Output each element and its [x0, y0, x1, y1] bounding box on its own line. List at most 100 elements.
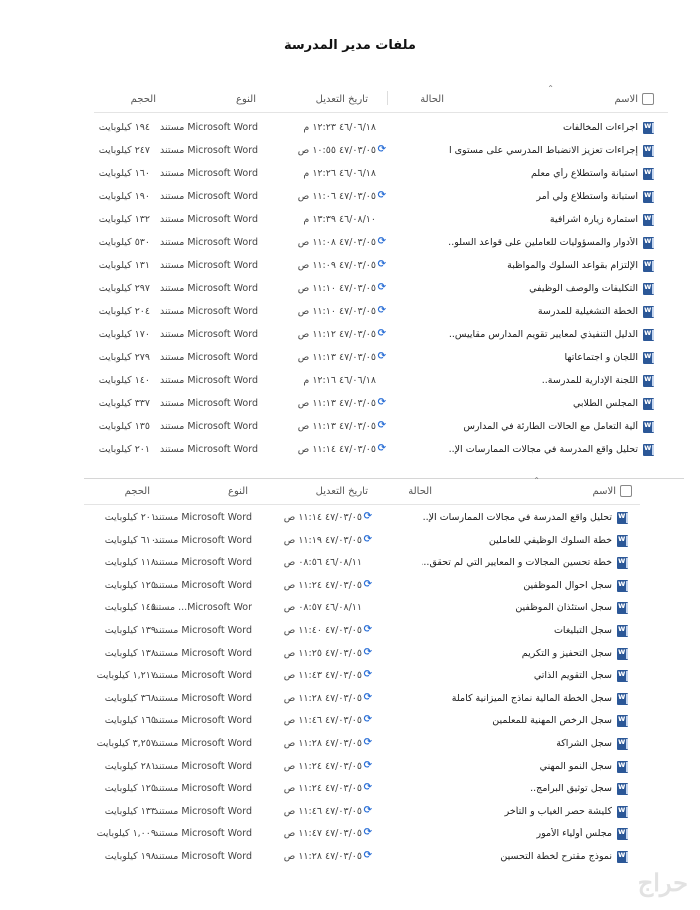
file-row[interactable]: تحليل واقع المدرسة في مجالات الممارسات ا… [84, 507, 640, 530]
file-name[interactable]: اجراءات المخالفات [448, 122, 638, 133]
file-name[interactable]: سجل التقويم الذاتي [422, 670, 612, 681]
file-row[interactable]: المجلس الطلابي ⟳٤٧/٠٣/٠٥ ١١:١٣ ص Microsoft… [94, 393, 668, 416]
file-name[interactable]: كليشة حصر الغياب و التأخر [422, 806, 612, 817]
file-name[interactable]: الخطة التشغيلية للمدرسة [448, 306, 638, 317]
word-doc-icon [617, 557, 628, 570]
file-row[interactable]: الخطة التشغيلية للمدرسة ⟳٤٧/٠٣/٠٥ ١١:١٠ ص… [94, 301, 668, 324]
column-status[interactable]: الحالة [420, 94, 444, 105]
column-type[interactable]: النوع [228, 486, 248, 497]
file-name[interactable]: سجل الخطة المالية نماذج الميزانية كاملة [422, 693, 612, 704]
file-name[interactable]: سجل التحفيز و التكريم [422, 648, 612, 659]
file-row[interactable]: استبانة واستطلاع رأي معلم ٤٦/٠٦/١٨ ١٢:٢٦ … [94, 163, 668, 186]
file-size: ١٤٠ كيلوبايت [98, 375, 150, 386]
word-doc-icon [617, 715, 628, 728]
file-row[interactable]: سجل الشراكة ⟳٤٧/٠٣/٠٥ ١١:٢٨ ص Microsoft Wo… [84, 733, 640, 756]
file-name[interactable]: التكليفات والوصف الوظيفي [448, 283, 638, 294]
file-type: Microsoft Word مستند [154, 624, 252, 636]
file-row[interactable]: سجل التقويم الذاتي ⟳٤٧/٠٣/٠٥ ١١:٤٣ ص Micro… [84, 665, 640, 688]
file-name[interactable]: الإلتزام بقواعد السلوك والمواظبة [448, 260, 638, 271]
file-row[interactable]: خطة السلوك الوظيفي للعاملين ⟳٤٧/٠٣/٠٥ ١١:… [84, 530, 640, 553]
file-size: ٢٤٧ كيلوبايت [98, 145, 150, 156]
file-row[interactable]: كليشة حصر الغياب و التأخر ⟳٤٧/٠٣/٠٥ ١١:٤٦… [84, 801, 640, 824]
file-row[interactable]: ألية التعامل مع الحالات الطارئة في المدا… [94, 416, 668, 439]
file-row[interactable]: سجل النمو المهني ⟳٤٧/٠٣/٠٥ ١١:٢٤ ص Microso… [84, 756, 640, 779]
file-row[interactable]: الدليل التنفيذي لمعايير تقويم المدارس مق… [94, 324, 668, 347]
file-row[interactable]: سجل الخطة المالية نماذج الميزانية كاملة ⟳… [84, 688, 640, 711]
file-row[interactable]: إجراءات تعزيز الانضباط المدرسي على مستوى… [94, 140, 668, 163]
column-size[interactable]: الحجم [125, 486, 150, 497]
file-name[interactable]: ألية التعامل مع الحالات الطارئة في المدا… [448, 421, 638, 432]
column-type[interactable]: النوع [236, 94, 256, 105]
file-row[interactable]: تحليل واقع المدرسة في مجالات الممارسات ا… [94, 439, 668, 462]
file-size: ٢٧٩ كيلوبايت [98, 352, 150, 363]
column-modified[interactable]: تاريخ التعديل [316, 94, 368, 105]
file-name[interactable]: سجل الشراكة [422, 738, 612, 749]
column-header: الاسم ⌃ الحالة تاريخ التعديل النوع الحجم [84, 476, 640, 505]
file-type: Microsoft Word مستند [154, 850, 252, 862]
file-name[interactable]: سجل الرخص المهنية للمعلمين [422, 715, 612, 726]
column-status[interactable]: الحالة [408, 486, 432, 497]
file-name[interactable]: تحليل واقع المدرسة في مجالات الممارسات ا… [422, 512, 612, 523]
file-row[interactable]: اللجان و اجتماعاتها ⟳٤٧/٠٣/٠٥ ١١:١٣ ص Micr… [94, 347, 668, 370]
word-doc-icon [643, 214, 654, 226]
file-name[interactable]: سجل استئذان الموظفين [422, 602, 612, 613]
file-row[interactable]: استبانة واستطلاع ولي أمر ⟳٤٧/٠٣/٠٥ ١١:٠٦ … [94, 186, 668, 209]
column-name[interactable]: الاسم [614, 94, 638, 105]
file-name[interactable]: سجل التبليغات [422, 625, 612, 636]
column-name[interactable]: الاسم [592, 486, 616, 497]
file-name[interactable]: سجل توثيق البرامج.. [422, 783, 612, 794]
sync-icon: ⟳ [363, 691, 372, 703]
file-name[interactable]: تحليل واقع المدرسة في مجالات الممارسات ا… [448, 444, 638, 455]
sync-icon: ⟳ [363, 736, 372, 748]
file-name[interactable]: استمارة زيارة اشرافية [448, 214, 638, 225]
file-row[interactable]: سجل التحفيز و التكريم ⟳٤٧/٠٣/٠٥ ١١:٢٥ ص Mi… [84, 643, 640, 666]
file-row[interactable]: الأدوار والمسؤوليات للعاملين على قواعد ا… [94, 232, 668, 255]
column-separator[interactable] [387, 91, 388, 105]
file-size: ٢٨١ كيلوبايت [104, 760, 156, 772]
file-name[interactable]: مجلس أولياء الأمور [422, 828, 612, 839]
file-type: Microsoft Word مستند [160, 260, 258, 271]
sync-icon: ⟳ [377, 190, 386, 201]
select-all-checkbox[interactable] [642, 93, 654, 105]
file-row[interactable]: نموذج مقترح لخطة التحسين ⟳٤٧/٠٣/٠٥ ١١:٢٨ … [84, 846, 640, 869]
word-doc-icon [643, 329, 654, 341]
file-row[interactable]: الإلتزام بقواعد السلوك والمواظبة ⟳٤٧/٠٣/٠… [94, 255, 668, 278]
word-doc-icon [617, 624, 628, 637]
file-row[interactable]: سجل استئذان الموظفين ٤٦/٠٨/١١ ٠٨:٥٧ ص Micr… [84, 597, 640, 620]
file-name[interactable]: إجراءات تعزيز الانضباط المدرسي على مستوى… [448, 145, 638, 156]
file-row[interactable]: مجلس أولياء الأمور ⟳٤٧/٠٣/٠٥ ١١:٤٧ ص Micro… [84, 823, 640, 846]
file-row[interactable]: التكليفات والوصف الوظيفي ⟳٤٧/٠٣/٠٥ ١١:١٠ … [94, 278, 668, 301]
file-name[interactable]: خطة تحسين المجالات و المعايير التي لم تح… [422, 557, 612, 568]
file-type: Microsoft Word مستند [160, 398, 258, 409]
file-name[interactable]: اللجان و اجتماعاتها [448, 352, 638, 363]
column-modified[interactable]: تاريخ التعديل [316, 486, 368, 497]
file-row[interactable]: سجل التبليغات ⟳٤٧/٠٣/٠٥ ١١:٤٠ ص Microsoft … [84, 620, 640, 643]
file-name[interactable]: الأدوار والمسؤوليات للعاملين على قواعد ا… [448, 237, 638, 248]
file-row[interactable]: سجل احوال الموظفين ⟳٤٧/٠٣/٠٥ ١١:٢٤ ص Micro… [84, 575, 640, 598]
file-name[interactable]: سجل النمو المهني [422, 761, 612, 772]
modified-date: ٤٧/٠٣/٠٥ ١١:١٣ ص [297, 398, 376, 409]
file-name[interactable]: المجلس الطلابي [448, 398, 638, 409]
file-row[interactable]: اللجنة الإدارية للمدرسة.. ٤٦/٠٦/١٨ ١٢:١٦ … [94, 370, 668, 393]
file-name[interactable]: استبانة واستطلاع رأي معلم [448, 168, 638, 179]
sync-icon: ⟳ [377, 236, 386, 247]
column-size[interactable]: الحجم [131, 94, 156, 105]
modified-date: ٤٧/٠٣/٠٥ ١١:١٣ ص [297, 352, 376, 363]
file-name[interactable]: الدليل التنفيذي لمعايير تقويم المدارس مق… [448, 329, 638, 340]
file-type: Microsoft Word مستند [154, 737, 252, 749]
file-size: ١٩٨ كيلوبايت [104, 850, 156, 862]
file-name[interactable]: اللجنة الإدارية للمدرسة.. [448, 375, 638, 386]
file-row[interactable]: اجراءات المخالفات ٤٦/٠٦/١٨ ١٢:٢٣ م Microso… [94, 117, 668, 140]
file-row[interactable]: سجل الرخص المهنية للمعلمين ⟳٤٧/٠٣/٠٥ ١١:٤… [84, 710, 640, 733]
file-row[interactable]: خطة تحسين المجالات و المعايير التي لم تح… [84, 552, 640, 575]
modified-date: ٤٧/٠٣/٠٥ ١١:١٠ ص [297, 306, 376, 317]
file-rows: تحليل واقع المدرسة في مجالات الممارسات ا… [84, 505, 640, 869]
select-all-checkbox[interactable] [620, 485, 632, 497]
file-name[interactable]: استبانة واستطلاع ولي أمر [448, 191, 638, 202]
file-name[interactable]: خطة السلوك الوظيفي للعاملين [422, 535, 612, 546]
file-name[interactable]: سجل احوال الموظفين [422, 580, 612, 591]
file-type: Microsoft Word مستند [160, 145, 258, 156]
file-row[interactable]: استمارة زيارة اشرافية ٤٦/٠٨/١٠ ١٣:٣٩ م Mic… [94, 209, 668, 232]
file-row[interactable]: سجل توثيق البرامج.. ⟳٤٧/٠٣/٠٥ ١١:٢٤ ص Micr… [84, 778, 640, 801]
file-name[interactable]: نموذج مقترح لخطة التحسين [422, 851, 612, 862]
